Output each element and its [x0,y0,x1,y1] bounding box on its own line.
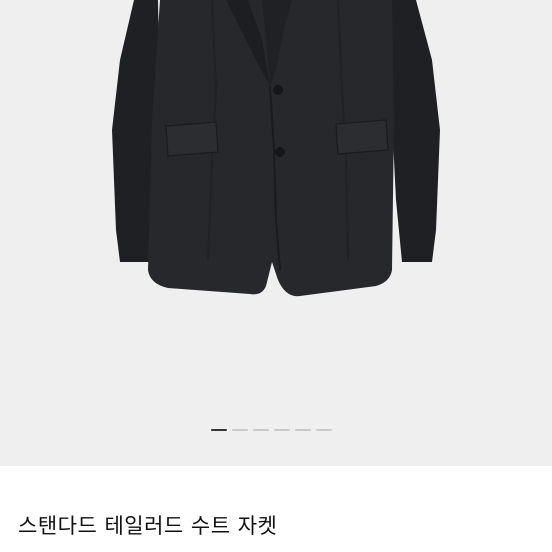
product-info: 스탠다드 테일러드 수트 자켓 [0,466,552,552]
product-image-carousel[interactable] [0,0,552,466]
carousel-dot[interactable] [316,429,332,431]
carousel-indicator [211,429,332,431]
carousel-dot[interactable] [295,429,311,431]
carousel-dot[interactable] [232,429,248,431]
product-title: 스탠다드 테일러드 수트 자켓 [18,514,278,538]
carousel-dot-active[interactable] [211,429,227,431]
carousel-dot[interactable] [253,429,269,431]
product-detail-page: 스탠다드 테일러드 수트 자켓 [0,0,552,552]
black-blazer-icon [112,0,440,297]
carousel-dot[interactable] [274,429,290,431]
